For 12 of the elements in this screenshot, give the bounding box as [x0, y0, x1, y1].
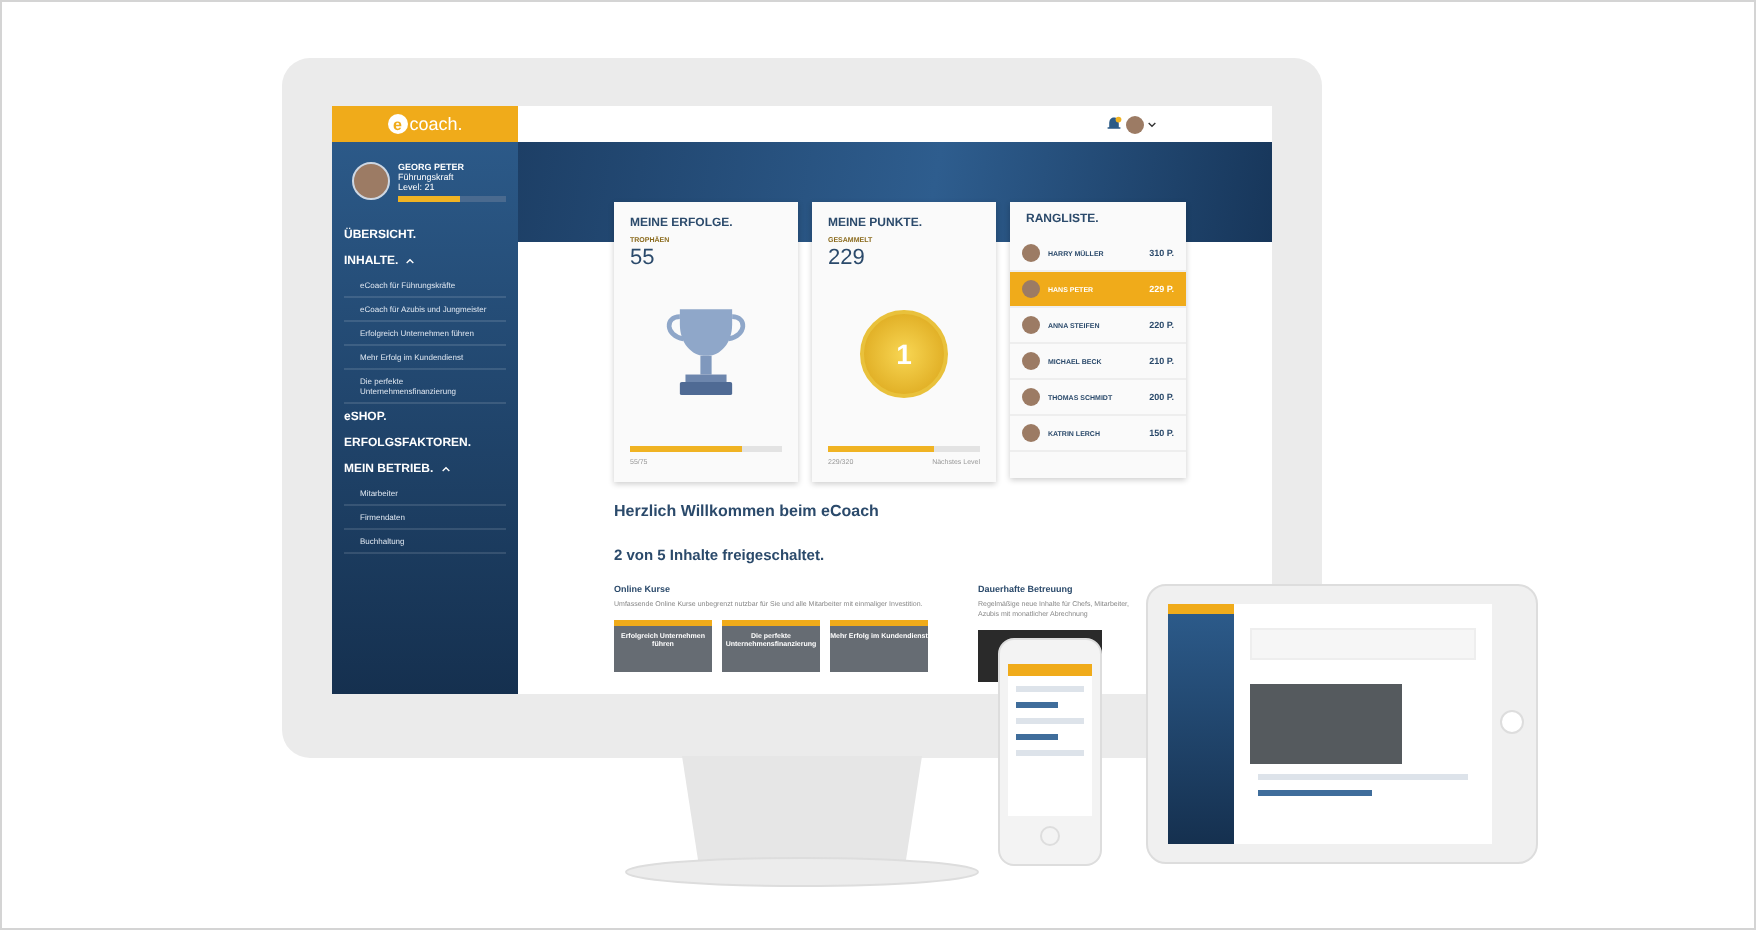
bell-icon[interactable]: [1106, 116, 1122, 132]
level-bar: [398, 196, 506, 202]
caret-icon: [406, 258, 415, 264]
caret-icon[interactable]: [1148, 121, 1156, 127]
medal-icon: 1: [860, 310, 948, 398]
card-value: 55: [628, 244, 657, 270]
welcome-heading: Herzlich Willkommen beim eCoach: [614, 502, 881, 520]
logo: e coach.: [332, 106, 518, 142]
avatar-icon: [352, 162, 390, 200]
card-value: 229: [826, 244, 867, 270]
avatar-icon[interactable]: [1126, 115, 1144, 133]
caret-icon: [441, 466, 450, 472]
